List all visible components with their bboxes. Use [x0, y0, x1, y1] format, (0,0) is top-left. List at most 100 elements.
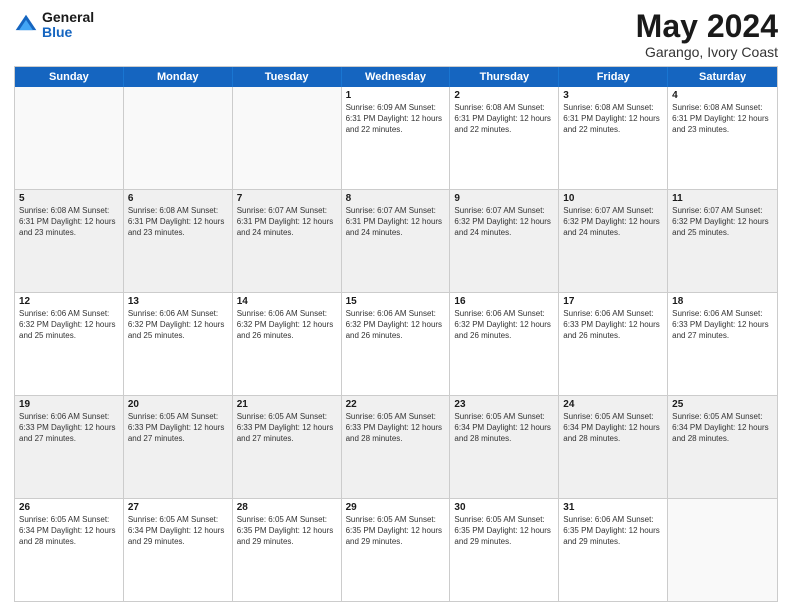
day-cell-26: 26 Sunrise: 6:05 AM Sunset: 6:34 PM Dayli…: [15, 499, 124, 601]
day-cell-1: 1 Sunrise: 6:09 AM Sunset: 6:31 PM Daylig…: [342, 87, 451, 189]
empty-cell: [15, 87, 124, 189]
day-cell-21: 21Sunrise: 6:05 AM Sunset: 6:33 PM Dayli…: [233, 396, 342, 498]
day-cell-20: 20 Sunrise: 6:05 AM Sunset: 6:33 PM Dayli…: [124, 396, 233, 498]
logo: General Blue: [14, 10, 94, 41]
week-row-5: 26 Sunrise: 6:05 AM Sunset: 6:34 PM Dayli…: [15, 499, 777, 601]
day-number: 6: [128, 193, 228, 204]
day-info: Sunrise: 6:08 AM Sunset: 6:31 PM Dayligh…: [454, 103, 554, 135]
week-row-3: 12 Sunrise: 6:06 AM Sunset: 6:32 PM Dayli…: [15, 293, 777, 396]
day-number: 18: [672, 296, 773, 307]
header: General Blue May 2024 Garango, Ivory Coa…: [14, 10, 778, 60]
day-info: Sunrise: 6:06 AM Sunset: 6:32 PM Dayligh…: [128, 309, 228, 341]
day-cell-19: 19Sunrise: 6:06 AM Sunset: 6:33 PM Dayli…: [15, 396, 124, 498]
calendar-body: 1 Sunrise: 6:09 AM Sunset: 6:31 PM Daylig…: [15, 87, 777, 601]
day-cell-24: 24Sunrise: 6:05 AM Sunset: 6:34 PM Dayli…: [559, 396, 668, 498]
day-cell-8: 8 Sunrise: 6:07 AM Sunset: 6:31 PM Daylig…: [342, 190, 451, 292]
day-cell-6: 6 Sunrise: 6:08 AM Sunset: 6:31 PM Daylig…: [124, 190, 233, 292]
day-info: Sunrise: 6:05 AM Sunset: 6:35 PM Dayligh…: [346, 515, 446, 547]
day-number: 25: [672, 399, 773, 410]
day-cell-11: 11 Sunrise: 6:07 AM Sunset: 6:32 PM Dayli…: [668, 190, 777, 292]
day-number: 20: [128, 399, 228, 410]
day-cell-4: 4Sunrise: 6:08 AM Sunset: 6:31 PM Daylig…: [668, 87, 777, 189]
logo-blue: Blue: [42, 25, 94, 40]
day-cell-17: 17Sunrise: 6:06 AM Sunset: 6:33 PM Dayli…: [559, 293, 668, 395]
week-row-1: 1 Sunrise: 6:09 AM Sunset: 6:31 PM Daylig…: [15, 87, 777, 190]
day-header-friday: Friday: [559, 67, 668, 87]
day-number: 28: [237, 502, 337, 513]
day-cell-12: 12 Sunrise: 6:06 AM Sunset: 6:32 PM Dayli…: [15, 293, 124, 395]
day-cell-27: 27Sunrise: 6:05 AM Sunset: 6:34 PM Dayli…: [124, 499, 233, 601]
logo-icon: [14, 13, 38, 37]
day-info: Sunrise: 6:08 AM Sunset: 6:31 PM Dayligh…: [563, 103, 663, 135]
day-header-monday: Monday: [124, 67, 233, 87]
day-info: Sunrise: 6:05 AM Sunset: 6:33 PM Dayligh…: [128, 412, 228, 444]
day-info: Sunrise: 6:05 AM Sunset: 6:35 PM Dayligh…: [237, 515, 337, 547]
day-info: Sunrise: 6:09 AM Sunset: 6:31 PM Dayligh…: [346, 103, 446, 135]
day-number: 4: [672, 90, 773, 101]
day-info: Sunrise: 6:06 AM Sunset: 6:32 PM Dayligh…: [346, 309, 446, 341]
calendar: SundayMondayTuesdayWednesdayThursdayFrid…: [14, 66, 778, 602]
day-header-wednesday: Wednesday: [342, 67, 451, 87]
day-number: 13: [128, 296, 228, 307]
day-cell-13: 13 Sunrise: 6:06 AM Sunset: 6:32 PM Dayli…: [124, 293, 233, 395]
day-number: 3: [563, 90, 663, 101]
week-row-2: 5 Sunrise: 6:08 AM Sunset: 6:31 PM Daylig…: [15, 190, 777, 293]
day-number: 23: [454, 399, 554, 410]
day-number: 15: [346, 296, 446, 307]
day-number: 9: [454, 193, 554, 204]
day-info: Sunrise: 6:05 AM Sunset: 6:34 PM Dayligh…: [454, 412, 554, 444]
day-number: 27: [128, 502, 228, 513]
empty-cell: [124, 87, 233, 189]
day-info: Sunrise: 6:05 AM Sunset: 6:34 PM Dayligh…: [19, 515, 119, 547]
day-cell-31: 31 Sunrise: 6:06 AM Sunset: 6:35 PM Dayli…: [559, 499, 668, 601]
day-info: Sunrise: 6:05 AM Sunset: 6:33 PM Dayligh…: [237, 412, 337, 444]
logo-general: General: [42, 10, 94, 25]
day-info: Sunrise: 6:06 AM Sunset: 6:35 PM Dayligh…: [563, 515, 663, 547]
day-info: Sunrise: 6:07 AM Sunset: 6:32 PM Dayligh…: [672, 206, 773, 238]
day-cell-25: 25 Sunrise: 6:05 AM Sunset: 6:34 PM Dayli…: [668, 396, 777, 498]
day-cell-30: 30 Sunrise: 6:05 AM Sunset: 6:35 PM Dayli…: [450, 499, 559, 601]
day-number: 10: [563, 193, 663, 204]
day-header-thursday: Thursday: [450, 67, 559, 87]
day-cell-22: 22Sunrise: 6:05 AM Sunset: 6:33 PM Dayli…: [342, 396, 451, 498]
day-info: Sunrise: 6:06 AM Sunset: 6:32 PM Dayligh…: [237, 309, 337, 341]
day-cell-3: 3 Sunrise: 6:08 AM Sunset: 6:31 PM Daylig…: [559, 87, 668, 189]
day-number: 12: [19, 296, 119, 307]
day-cell-14: 14 Sunrise: 6:06 AM Sunset: 6:32 PM Dayli…: [233, 293, 342, 395]
day-header-tuesday: Tuesday: [233, 67, 342, 87]
day-number: 24: [563, 399, 663, 410]
day-number: 11: [672, 193, 773, 204]
day-number: 1: [346, 90, 446, 101]
day-info: Sunrise: 6:05 AM Sunset: 6:35 PM Dayligh…: [454, 515, 554, 547]
day-number: 16: [454, 296, 554, 307]
day-cell-5: 5 Sunrise: 6:08 AM Sunset: 6:31 PM Daylig…: [15, 190, 124, 292]
title-block: May 2024 Garango, Ivory Coast: [636, 10, 778, 60]
day-number: 30: [454, 502, 554, 513]
day-info: Sunrise: 6:06 AM Sunset: 6:33 PM Dayligh…: [672, 309, 773, 341]
day-cell-29: 29 Sunrise: 6:05 AM Sunset: 6:35 PM Dayli…: [342, 499, 451, 601]
day-cell-16: 16 Sunrise: 6:06 AM Sunset: 6:32 PM Dayli…: [450, 293, 559, 395]
day-header-sunday: Sunday: [15, 67, 124, 87]
logo-text: General Blue: [42, 10, 94, 41]
day-number: 26: [19, 502, 119, 513]
day-number: 17: [563, 296, 663, 307]
day-cell-18: 18 Sunrise: 6:06 AM Sunset: 6:33 PM Dayli…: [668, 293, 777, 395]
week-row-4: 19Sunrise: 6:06 AM Sunset: 6:33 PM Dayli…: [15, 396, 777, 499]
day-info: Sunrise: 6:06 AM Sunset: 6:32 PM Dayligh…: [454, 309, 554, 341]
day-info: Sunrise: 6:06 AM Sunset: 6:32 PM Dayligh…: [19, 309, 119, 341]
day-info: Sunrise: 6:07 AM Sunset: 6:31 PM Dayligh…: [346, 206, 446, 238]
day-number: 14: [237, 296, 337, 307]
day-number: 5: [19, 193, 119, 204]
day-info: Sunrise: 6:08 AM Sunset: 6:31 PM Dayligh…: [128, 206, 228, 238]
day-number: 29: [346, 502, 446, 513]
day-info: Sunrise: 6:07 AM Sunset: 6:31 PM Dayligh…: [237, 206, 337, 238]
day-number: 8: [346, 193, 446, 204]
day-number: 22: [346, 399, 446, 410]
day-number: 31: [563, 502, 663, 513]
day-info: Sunrise: 6:08 AM Sunset: 6:31 PM Dayligh…: [19, 206, 119, 238]
day-headers: SundayMondayTuesdayWednesdayThursdayFrid…: [15, 67, 777, 87]
day-cell-28: 28 Sunrise: 6:05 AM Sunset: 6:35 PM Dayli…: [233, 499, 342, 601]
day-cell-15: 15 Sunrise: 6:06 AM Sunset: 6:32 PM Dayli…: [342, 293, 451, 395]
day-cell-9: 9Sunrise: 6:07 AM Sunset: 6:32 PM Daylig…: [450, 190, 559, 292]
day-info: Sunrise: 6:05 AM Sunset: 6:34 PM Dayligh…: [672, 412, 773, 444]
